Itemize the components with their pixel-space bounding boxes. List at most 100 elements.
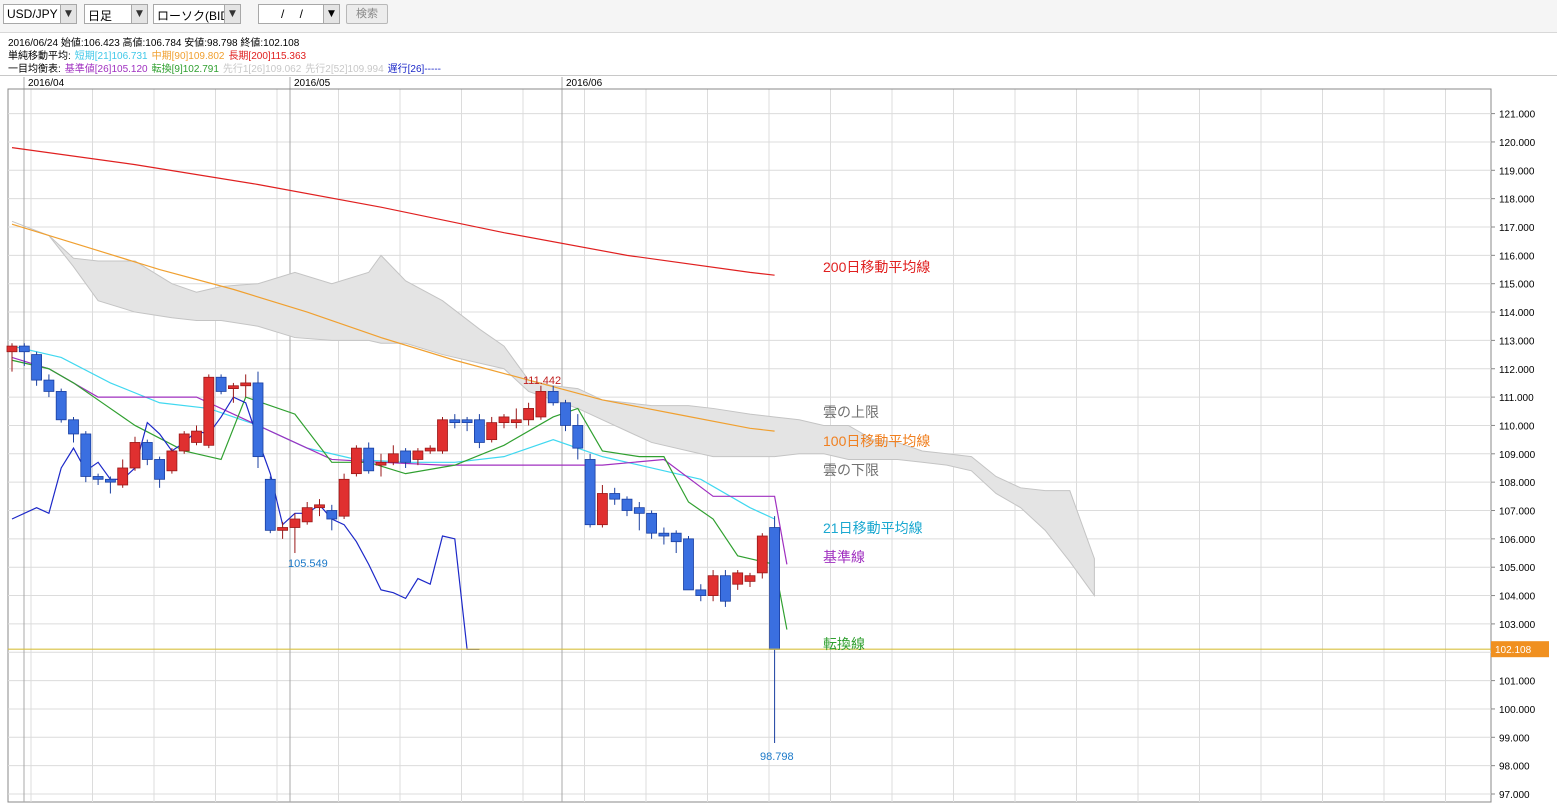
- ichimoku-label: 一目均衡表:: [8, 64, 61, 75]
- y-tick-label: 106.000: [1499, 535, 1536, 546]
- candle: [203, 374, 215, 449]
- y-tick-label: 120.000: [1499, 138, 1536, 149]
- candle-body: [215, 376, 227, 392]
- candle-body: [486, 422, 498, 441]
- chevron-down-icon[interactable]: ▼: [131, 5, 147, 23]
- candle-body: [191, 430, 202, 443]
- candle-body: [154, 459, 166, 480]
- candle: [350, 445, 362, 477]
- y-tick-label: 98.000: [1499, 762, 1530, 773]
- x-tick-label: 2016/04: [28, 78, 65, 89]
- chevron-down-icon[interactable]: ▼: [60, 5, 76, 23]
- candle-body: [756, 535, 768, 574]
- candle: [80, 431, 92, 483]
- candle: [215, 374, 227, 395]
- y-tick-label: 101.000: [1499, 677, 1536, 688]
- y-tick-label: 111.000: [1499, 393, 1534, 404]
- chart-type-value: ローソク(BID): [157, 9, 233, 23]
- y-tick-label: 115.000: [1499, 280, 1535, 291]
- symbol-value: USD/JPY: [7, 7, 58, 21]
- candle-body: [350, 447, 362, 475]
- y-tick-label: 100.000: [1499, 705, 1536, 716]
- ichimoku-line: 一目均衡表: 基準値[26]105.120 転換[9]102.791 先行1[26]1…: [8, 60, 445, 75]
- tenkan-value: 転換[9]102.791: [151, 64, 219, 75]
- candle-body: [80, 433, 92, 477]
- candle-body: [375, 461, 387, 466]
- candle-body: [129, 442, 141, 469]
- price-chart[interactable]: 97.00098.00099.000100.000101.000102.0001…: [0, 75, 1557, 805]
- candle-body: [400, 450, 412, 463]
- candle-body: [363, 447, 375, 472]
- candle-body: [31, 354, 43, 381]
- symbol-select[interactable]: USD/JPY ▼: [3, 4, 77, 24]
- candle-body: [289, 518, 301, 528]
- y-tick-label: 103.000: [1499, 620, 1536, 631]
- candle-body: [510, 419, 522, 424]
- y-tick-label: 116.000: [1499, 251, 1535, 262]
- candle-body: [633, 507, 645, 514]
- candle-body: [424, 447, 436, 452]
- candle-body: [449, 419, 461, 424]
- candle: [338, 473, 350, 520]
- calendar-dropdown-icon[interactable]: ▼: [323, 5, 339, 23]
- candle-body: [670, 532, 682, 543]
- candle-body: [203, 376, 215, 446]
- kijun-label: 基準線: [823, 549, 865, 565]
- y-tick-label: 105.000: [1499, 563, 1536, 574]
- chart-type-select[interactable]: ローソク(BID) ▼: [153, 4, 241, 24]
- candle-body: [547, 391, 559, 404]
- candle-body: [166, 450, 178, 472]
- candle: [264, 476, 276, 534]
- toolbar: USD/JPY ▼ 日足 ▼ ローソク(BID) ▼ / / ▼ 検索: [0, 0, 1557, 33]
- candle-body: [18, 345, 30, 353]
- candle-body: [277, 527, 289, 531]
- timeframe-select[interactable]: 日足 ▼: [84, 4, 148, 24]
- candle-body: [572, 425, 584, 449]
- candle: [166, 448, 178, 474]
- date-input[interactable]: / / ▼: [258, 4, 340, 24]
- candle-body: [707, 575, 719, 596]
- candle-body: [560, 402, 571, 426]
- y-tick-label: 104.000: [1499, 592, 1536, 603]
- candle-body: [683, 538, 694, 591]
- candle-body: [597, 493, 608, 526]
- candle-body: [141, 442, 153, 460]
- y-tick-label: 110.000: [1499, 421, 1535, 432]
- candle-body: [461, 419, 473, 424]
- y-tick-label: 113.000: [1499, 336, 1535, 347]
- y-tick-label: 99.000: [1499, 733, 1530, 744]
- candle-body: [744, 575, 756, 582]
- candle: [756, 533, 768, 579]
- candle-body: [6, 345, 18, 353]
- candle-body: [240, 382, 252, 387]
- candle-body: [178, 433, 190, 452]
- low-annotation-jun: 98.798: [760, 751, 794, 763]
- candle: [584, 453, 596, 528]
- candle-body: [720, 575, 731, 602]
- high-annotation: 111.442: [523, 375, 561, 387]
- candle-body: [43, 379, 55, 392]
- y-tick-label: 121.000: [1499, 110, 1536, 121]
- search-button[interactable]: 検索: [346, 4, 388, 24]
- candle-body: [252, 382, 264, 458]
- candle-body: [264, 478, 276, 531]
- sma21-label: 21日移動平均線: [823, 520, 923, 536]
- date-placeholder: / /: [281, 7, 310, 21]
- candle-body: [338, 478, 350, 517]
- y-tick-label: 118.000: [1499, 195, 1535, 206]
- y-tick-label: 97.000: [1499, 790, 1530, 801]
- candle-body: [314, 504, 325, 509]
- candle: [437, 416, 448, 454]
- candle-body: [387, 453, 399, 463]
- candle-body: [117, 467, 129, 486]
- chevron-down-icon[interactable]: ▼: [224, 5, 240, 23]
- y-tick-label: 119.000: [1499, 166, 1535, 177]
- y-tick-label: 109.000: [1499, 450, 1536, 461]
- low-annotation-may: 105.549: [288, 558, 328, 570]
- candle-body: [301, 507, 313, 523]
- y-tick-label: 107.000: [1499, 507, 1536, 518]
- timeframe-value: 日足: [88, 9, 113, 23]
- candle: [683, 536, 694, 591]
- candle-body: [68, 419, 79, 435]
- senkou2-value: 先行2[52]109.994: [305, 64, 384, 75]
